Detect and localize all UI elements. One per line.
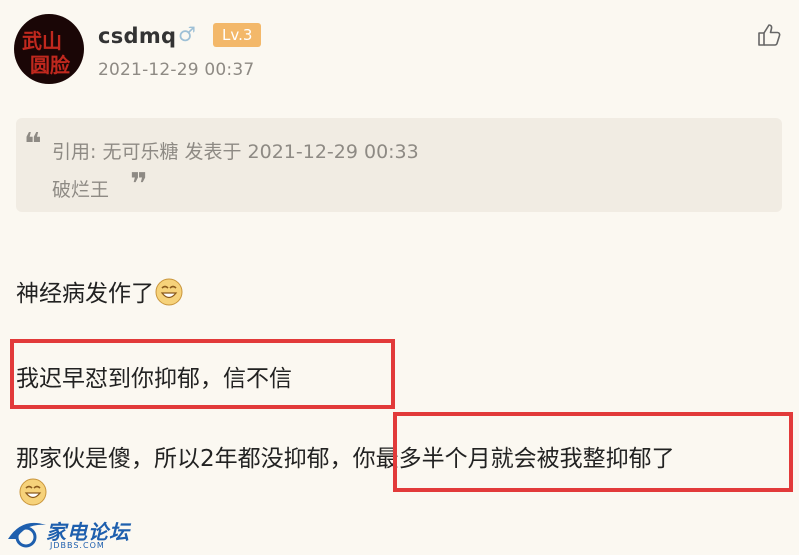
gender-male-icon: ♂	[178, 22, 196, 46]
watermark-subtext: JDBBS.COM	[50, 541, 105, 550]
quote-open-icon: ❝	[24, 127, 42, 162]
post-timestamp: 2021-12-29 00:37	[98, 60, 255, 80]
avatar-text-1: 武山	[22, 29, 62, 53]
username[interactable]: csdmq	[98, 24, 176, 48]
message-text-3a: 那家伙是傻，所以2年都没抑郁，	[16, 446, 353, 472]
grin-emoji-icon	[155, 278, 183, 306]
avatar-text-2: 圆脸	[30, 53, 71, 77]
level-badge: Lv.3	[213, 23, 262, 47]
quote-body: 破烂王	[52, 179, 110, 201]
thumbs-up-icon[interactable]	[756, 22, 782, 48]
quote-header: 引用: 无可乐糖 发表于 2021-12-29 00:33	[52, 141, 419, 163]
highlight-box-2	[393, 412, 793, 492]
grin-emoji-icon	[19, 478, 47, 506]
highlight-box-1	[10, 339, 395, 409]
quote-text: 破烂王	[52, 175, 109, 202]
message-line-1: 神经病发作了	[16, 274, 184, 308]
quote-close-icon: ❞	[130, 167, 148, 202]
message-text-1: 神经病发作了	[16, 281, 154, 307]
avatar[interactable]: 武山 圆脸	[14, 14, 84, 84]
